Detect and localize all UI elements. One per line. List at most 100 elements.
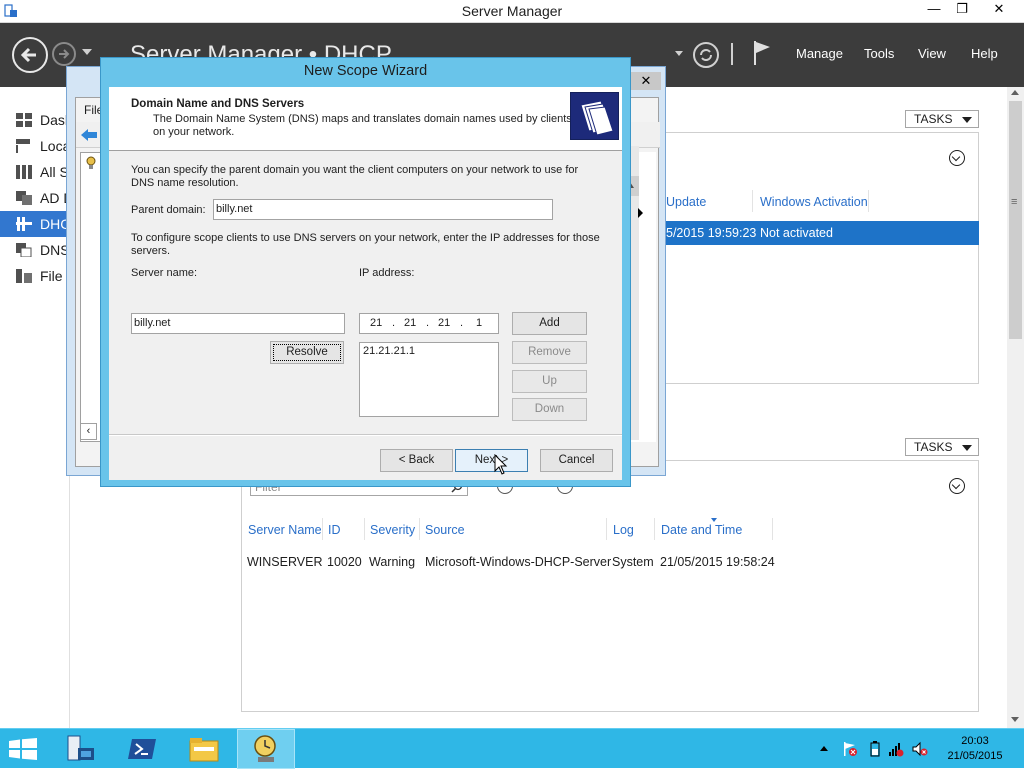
add-button[interactable]: Add [512, 312, 587, 335]
column-header-update[interactable]: Update [666, 195, 706, 209]
menu-view[interactable]: View [918, 46, 946, 61]
column-header-date-and-time[interactable]: Date and Time [661, 523, 742, 537]
windows-start-icon[interactable] [9, 738, 37, 760]
dns-server-list[interactable]: 21.21.21.1 [359, 342, 499, 417]
parent-domain-field[interactable]: billy.net [213, 199, 553, 220]
down-button[interactable]: Down [512, 398, 587, 421]
window-title: Server Manager [461, 3, 563, 19]
events-tasks-button[interactable]: TASKS [905, 438, 979, 456]
taskbar-dhcp-console[interactable] [237, 729, 295, 769]
sidebar-item-all-servers[interactable]: All Servers [0, 159, 70, 185]
scroll-thumb[interactable] [1009, 101, 1022, 339]
resolve-button[interactable]: Resolve [270, 341, 344, 364]
column-header-server-name[interactable]: Server Name [248, 523, 322, 537]
column-header-source[interactable]: Source [425, 523, 465, 537]
wizard-header-image [570, 92, 619, 140]
action-center-flag-icon[interactable] [842, 741, 858, 757]
servers-collapse-icon[interactable] [949, 150, 965, 166]
scroll-up-icon[interactable] [1011, 90, 1019, 95]
console-close-button[interactable]: ✕ [631, 72, 661, 90]
events-panel [241, 460, 979, 712]
table-row[interactable]: 5/2015 19:59:23 Not activated [664, 221, 979, 245]
breadcrumb-dropdown-icon[interactable] [675, 51, 683, 56]
menu-manage[interactable]: Manage [796, 46, 843, 61]
sidebar-item-local-server[interactable]: Local Server [0, 133, 70, 159]
minimize-button[interactable]: — [921, 0, 947, 20]
file-services-icon [16, 269, 32, 283]
new-scope-wizard-dialog: New Scope Wizard Domain Name and DNS Ser… [100, 57, 631, 487]
cancel-button[interactable]: Cancel [540, 449, 613, 472]
ip-octet-4[interactable]: 1 [476, 317, 482, 329]
console-back-icon[interactable] [81, 129, 97, 141]
sidebar-item-file-services[interactable]: File and Storage Services [0, 263, 70, 289]
servers-panel [664, 132, 979, 384]
sidebar-item-dhcp[interactable]: DHCP [0, 211, 70, 237]
forward-arrow-icon [59, 49, 70, 59]
taskbar-powershell[interactable] [113, 729, 171, 769]
remove-button[interactable]: Remove [512, 341, 587, 364]
back-button[interactable] [12, 37, 48, 73]
header-separator [731, 43, 733, 65]
battery-icon[interactable] [867, 741, 883, 757]
history-dropdown-icon[interactable] [82, 49, 92, 55]
events-collapse-icon[interactable] [949, 478, 965, 494]
dhcp-icon [16, 217, 32, 231]
back-button[interactable]: < Back [380, 449, 453, 472]
taskbar: 20:03 21/05/2015 [0, 728, 1024, 769]
restore-button[interactable]: ❐ [949, 0, 975, 20]
sort-descending-icon [711, 518, 717, 522]
menu-help[interactable]: Help [971, 46, 998, 61]
sidebar-item-dashboard[interactable]: Dashboard [0, 107, 70, 133]
notifications-flag-icon[interactable] [752, 39, 774, 67]
wizard-page-title: Domain Name and DNS Servers [131, 98, 305, 110]
console-expand-arrow-icon[interactable] [638, 208, 643, 218]
servers-tasks-button[interactable]: TASKS [905, 110, 979, 128]
ip-octet-3[interactable]: 21 [438, 317, 450, 329]
ip-address-field[interactable]: 21 . 21 . 21 . 1 [359, 313, 499, 334]
server-manager-icon [67, 735, 94, 761]
speaker-muted-icon[interactable] [912, 741, 928, 757]
cell-id: 10020 [327, 555, 362, 569]
ip-octet-1[interactable]: 21 [370, 317, 382, 329]
column-header-severity[interactable]: Severity [370, 523, 415, 537]
taskbar-server-manager[interactable] [52, 729, 110, 769]
next-button[interactable]: Next > [455, 449, 528, 472]
forward-button[interactable] [52, 42, 76, 66]
tasks-label: TASKS [914, 112, 953, 126]
dialog-title: New Scope Wizard [303, 63, 428, 79]
dns-icon [16, 243, 32, 257]
taskbar-clock[interactable]: 20:03 21/05/2015 [935, 734, 1015, 764]
column-separator [654, 518, 655, 540]
dns-servers-intro: To configure scope clients to use DNS se… [131, 232, 600, 257]
powershell-icon [128, 739, 156, 759]
scroll-down-icon[interactable] [1011, 717, 1019, 722]
all-servers-icon [16, 165, 32, 179]
ip-octet-2[interactable]: 21 [404, 317, 416, 329]
refresh-button[interactable] [693, 42, 719, 68]
clock-time: 20:03 [961, 735, 989, 747]
main-scrollbar[interactable] [1007, 87, 1024, 728]
console-tree[interactable] [80, 152, 102, 442]
column-separator [364, 518, 365, 540]
sidebar-item-dns[interactable]: DNS [0, 237, 70, 263]
column-header-id[interactable]: ID [328, 523, 341, 537]
column-header-windows-activation[interactable]: Windows Activation [760, 195, 868, 209]
ip-address-label: IP address: [359, 267, 415, 279]
menu-tools[interactable]: Tools [864, 46, 894, 61]
table-row[interactable]: WINSERVER 10020 Warning Microsoft-Window… [242, 550, 978, 572]
dhcp-tree-icon [86, 156, 96, 169]
column-separator [772, 518, 773, 540]
column-header-log[interactable]: Log [613, 523, 634, 537]
show-hidden-icons-icon[interactable] [820, 746, 828, 751]
taskbar-file-explorer[interactable] [175, 729, 233, 769]
list-item[interactable]: 21.21.21.1 [363, 345, 495, 357]
server-name-field[interactable]: billy.net [131, 313, 345, 334]
scroll-left-icon[interactable]: ‹ [80, 423, 97, 440]
close-button[interactable]: ✕ [977, 0, 1021, 20]
cell-source: Microsoft-Windows-DHCP-Server [425, 555, 612, 569]
ip-dot: . [392, 317, 396, 329]
up-button[interactable]: Up [512, 370, 587, 393]
sidebar-item-ad-ds[interactable]: AD DS [0, 185, 70, 211]
ad-ds-icon [16, 191, 32, 205]
network-icon[interactable] [888, 741, 904, 757]
